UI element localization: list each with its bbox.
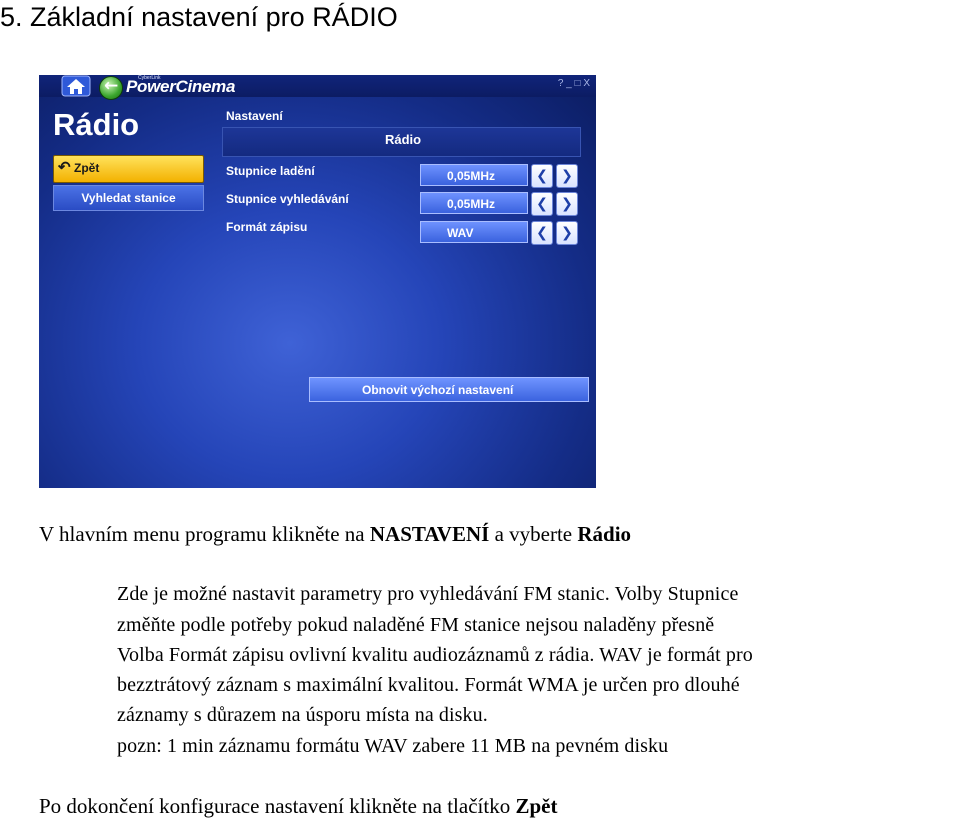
- document-heading: 5. Základní nastavení pro RÁDIO: [0, 2, 398, 32]
- search-step-next-icon[interactable]: ❯: [556, 192, 578, 216]
- paragraph-line: bezztrátový záznam s maximální kvalitou.…: [117, 674, 740, 696]
- paragraph-line: Zde je možné nastavit parametry pro vyhl…: [117, 583, 739, 605]
- section-value: Rádio: [385, 132, 422, 147]
- search-step-value[interactable]: 0,05MHz: [420, 192, 528, 214]
- back-button-label: Zpět: [74, 161, 100, 175]
- search-step-label: Stupnice vyhledávání: [226, 192, 349, 206]
- search-step-prev-icon[interactable]: ❮: [531, 192, 553, 216]
- page-title: Rádio: [53, 107, 140, 142]
- instruction-line: V hlavním menu programu klikněte na NAST…: [39, 522, 631, 547]
- closing-bold-back: Zpět: [515, 794, 558, 818]
- window-controls[interactable]: ? _ □ X: [558, 78, 590, 89]
- return-arrow-icon: ↶: [58, 159, 71, 176]
- paragraph-line: změňte podle potřeby pokud naladěné FM s…: [117, 614, 715, 636]
- instruction-bold-radio: Rádio: [577, 522, 632, 546]
- paragraph-line: Volba Formát zápisu ovlivní kvalitu audi…: [117, 644, 753, 666]
- top-bar: ← CyberLink PowerCinema ? _ □ X: [39, 75, 596, 100]
- section-label: Nastavení: [226, 109, 283, 123]
- closing-pre: Po dokončení konfigurace nastavení klikn…: [39, 794, 516, 818]
- restore-defaults-button[interactable]: Obnovit výchozí nastavení: [309, 377, 589, 402]
- paragraph-line: pozn: 1 min záznamu formátu WAV zabere 1…: [117, 735, 669, 757]
- record-format-value[interactable]: WAV: [420, 221, 528, 243]
- record-format-label: Formát zápisu: [226, 220, 308, 234]
- brand-logo: PowerCinema: [126, 77, 236, 96]
- tuning-step-label: Stupnice ladění: [226, 164, 315, 178]
- record-format-next-icon[interactable]: ❯: [556, 221, 578, 245]
- instruction-bold-settings: NASTAVENÍ: [369, 522, 490, 546]
- tuning-step-next-icon[interactable]: ❯: [556, 164, 578, 188]
- paragraph-line: záznamy s důrazem na úsporu místa na dis…: [117, 704, 488, 726]
- closing-line: Po dokončení konfigurace nastavení klikn…: [39, 794, 557, 819]
- back-button[interactable]: ↶ Zpět: [53, 155, 204, 183]
- scan-stations-button[interactable]: Vyhledat stanice: [53, 185, 204, 211]
- powercinema-screenshot: ← CyberLink PowerCinema ? _ □ X Rádio ↶ …: [39, 75, 596, 488]
- home-icon[interactable]: [61, 75, 91, 97]
- tuning-step-prev-icon[interactable]: ❮: [531, 164, 553, 188]
- record-format-prev-icon[interactable]: ❮: [531, 221, 553, 245]
- back-arrow-icon[interactable]: ←: [99, 76, 123, 100]
- instruction-pre: V hlavním menu programu klikněte na: [39, 522, 370, 546]
- tuning-step-value[interactable]: 0,05MHz: [420, 164, 528, 186]
- instruction-mid: a vyberte: [489, 522, 578, 546]
